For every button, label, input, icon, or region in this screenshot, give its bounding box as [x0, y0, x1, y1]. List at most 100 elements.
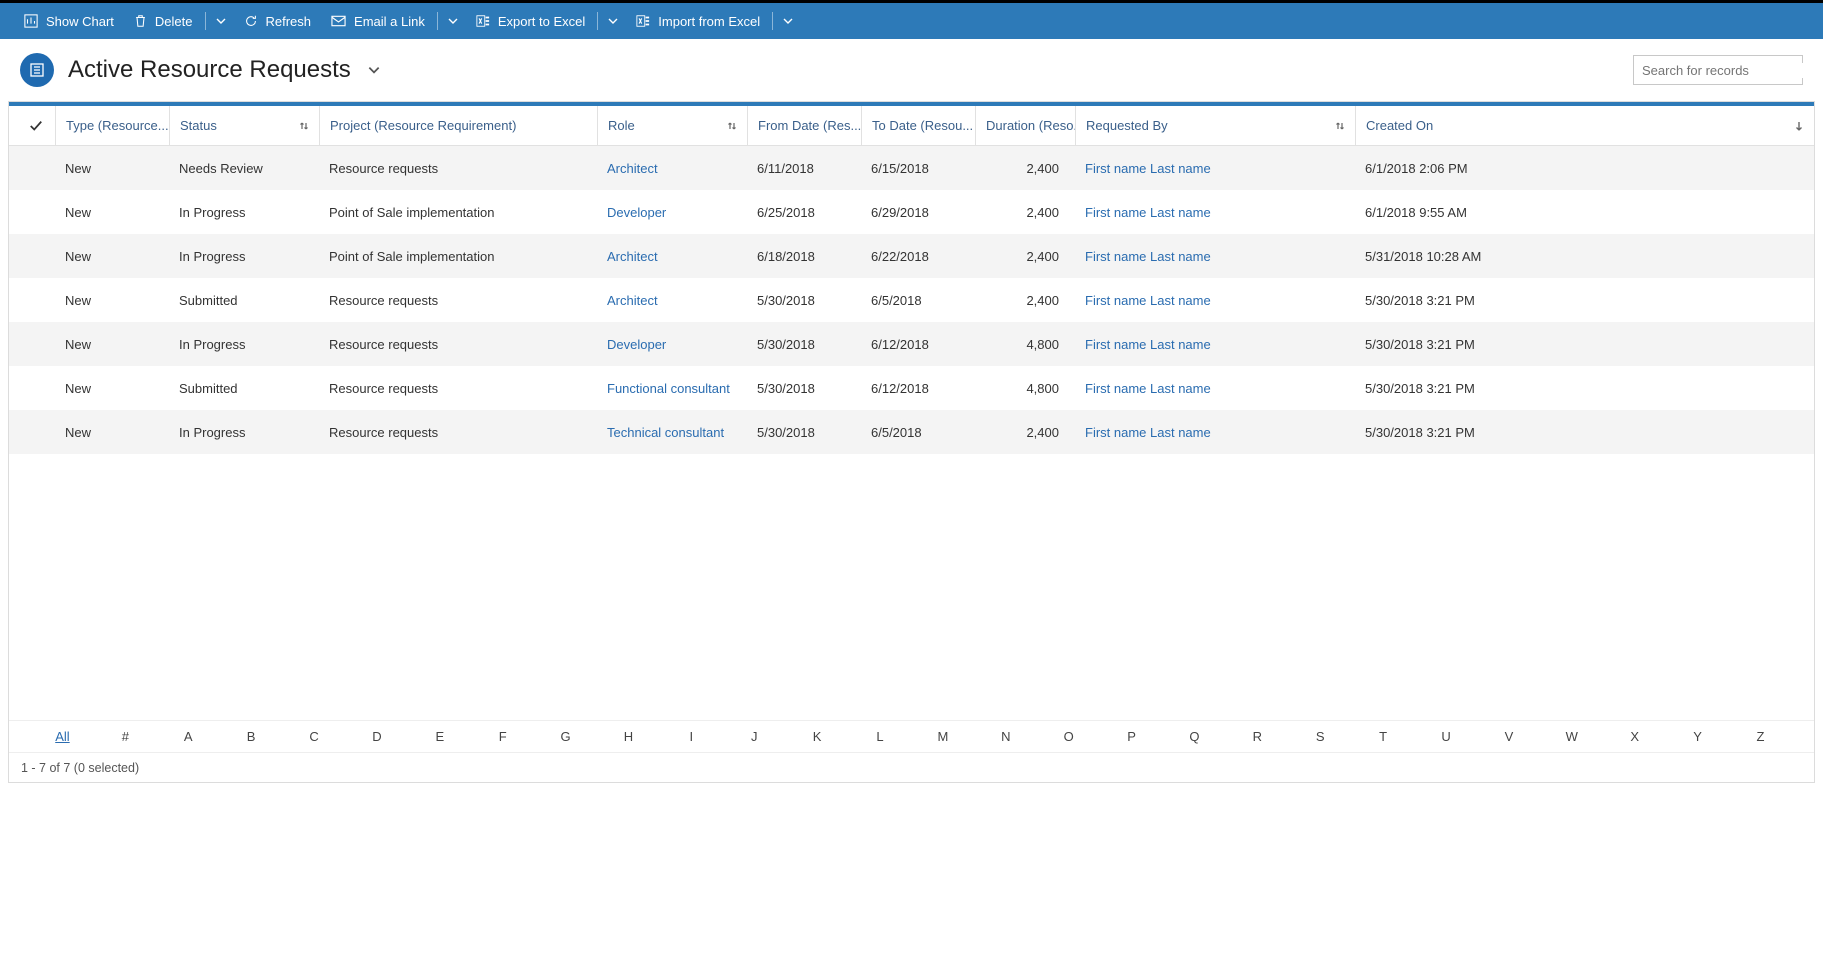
cell-type: New — [55, 161, 169, 176]
column-header-status[interactable]: Status — [169, 106, 319, 145]
cell-requested-link[interactable]: First name Last name — [1075, 425, 1355, 440]
import-excel-label: Import from Excel — [658, 14, 760, 29]
cell-created: 5/30/2018 3:21 PM — [1355, 337, 1814, 352]
cell-duration: 4,800 — [975, 337, 1075, 352]
export-excel-label: Export to Excel — [498, 14, 585, 29]
cell-created: 5/30/2018 3:21 PM — [1355, 425, 1814, 440]
table-row[interactable]: NewSubmittedResource requestsArchitect5/… — [9, 278, 1814, 322]
column-header-role[interactable]: Role — [597, 106, 747, 145]
delete-button[interactable]: Delete — [124, 3, 203, 39]
cell-role-link[interactable]: Architect — [597, 293, 747, 308]
alpha-filter-b[interactable]: B — [220, 729, 283, 744]
cell-requested-link[interactable]: First name Last name — [1075, 161, 1355, 176]
column-to-label: To Date (Resou... — [872, 118, 973, 133]
cell-from: 6/25/2018 — [747, 205, 861, 220]
alpha-filter-t[interactable]: T — [1352, 729, 1415, 744]
alpha-filter-j[interactable]: J — [723, 729, 786, 744]
cell-status: In Progress — [169, 425, 319, 440]
alpha-filter-a[interactable]: A — [157, 729, 220, 744]
cell-requested-link[interactable]: First name Last name — [1075, 249, 1355, 264]
cell-role-link[interactable]: Architect — [597, 249, 747, 264]
search-box[interactable] — [1633, 55, 1803, 85]
alpha-filter-i[interactable]: I — [660, 729, 723, 744]
command-bar: Show Chart Delete Refresh Email a Link E… — [0, 3, 1823, 39]
email-icon — [331, 15, 346, 27]
alpha-filter-u[interactable]: U — [1415, 729, 1478, 744]
alpha-filter-k[interactable]: K — [786, 729, 849, 744]
trash-icon — [134, 14, 147, 28]
show-chart-label: Show Chart — [46, 14, 114, 29]
cell-role-link[interactable]: Developer — [597, 205, 747, 220]
alpha-filter-v[interactable]: V — [1477, 729, 1540, 744]
select-all-checkbox[interactable] — [17, 106, 55, 145]
alpha-filter-h[interactable]: H — [597, 729, 660, 744]
alpha-filter-l[interactable]: L — [849, 729, 912, 744]
alpha-filter-q[interactable]: Q — [1163, 729, 1226, 744]
alpha-filter-f[interactable]: F — [471, 729, 534, 744]
view-selector-dropdown[interactable] — [367, 63, 381, 77]
alpha-filter-c[interactable]: C — [283, 729, 346, 744]
table-row[interactable]: NewIn ProgressResource requestsDeveloper… — [9, 322, 1814, 366]
cell-role-link[interactable]: Technical consultant — [597, 425, 747, 440]
excel-icon — [476, 14, 490, 28]
column-header-requested[interactable]: Requested By — [1075, 106, 1355, 145]
alpha-filter-n[interactable]: N — [974, 729, 1037, 744]
column-header-created[interactable]: Created On — [1355, 106, 1814, 145]
alpha-filter-bar: All#ABCDEFGHIJKLMNOPQRSTUVWXYZ — [9, 720, 1814, 752]
cell-requested-link[interactable]: First name Last name — [1075, 205, 1355, 220]
alpha-filter-r[interactable]: R — [1226, 729, 1289, 744]
email-link-button[interactable]: Email a Link — [321, 3, 435, 39]
export-excel-button[interactable]: Export to Excel — [466, 3, 595, 39]
column-from-label: From Date (Res... — [758, 118, 861, 133]
alpha-filter-all[interactable]: All — [31, 729, 94, 744]
table-row[interactable]: NewSubmittedResource requestsFunctional … — [9, 366, 1814, 410]
column-header-to[interactable]: To Date (Resou... — [861, 106, 975, 145]
column-header-project[interactable]: Project (Resource Requirement) — [319, 106, 597, 145]
column-header-duration[interactable]: Duration (Reso... — [975, 106, 1075, 145]
search-input[interactable] — [1634, 63, 1823, 78]
cell-requested-link[interactable]: First name Last name — [1075, 293, 1355, 308]
cell-requested-link[interactable]: First name Last name — [1075, 381, 1355, 396]
alpha-filter-y[interactable]: Y — [1666, 729, 1729, 744]
cell-role-link[interactable]: Architect — [597, 161, 747, 176]
alpha-filter-m[interactable]: M — [911, 729, 974, 744]
table-row[interactable]: NewIn ProgressPoint of Sale implementati… — [9, 234, 1814, 278]
alpha-filter-s[interactable]: S — [1289, 729, 1352, 744]
column-header-type[interactable]: Type (Resource... — [55, 106, 169, 145]
cell-requested-link[interactable]: First name Last name — [1075, 337, 1355, 352]
column-header-from[interactable]: From Date (Res... — [747, 106, 861, 145]
entity-badge-icon — [20, 53, 54, 87]
cell-role-link[interactable]: Functional consultant — [597, 381, 747, 396]
import-excel-button[interactable]: Import from Excel — [626, 3, 770, 39]
show-chart-button[interactable]: Show Chart — [14, 3, 124, 39]
table-row[interactable]: NewIn ProgressPoint of Sale implementati… — [9, 190, 1814, 234]
table-row[interactable]: NewIn ProgressResource requestsTechnical… — [9, 410, 1814, 454]
alpha-filter-d[interactable]: D — [345, 729, 408, 744]
refresh-icon — [244, 14, 258, 28]
alpha-filter-#[interactable]: # — [94, 729, 157, 744]
alpha-filter-z[interactable]: Z — [1729, 729, 1792, 744]
cell-status: In Progress — [169, 337, 319, 352]
cell-to: 6/22/2018 — [861, 249, 975, 264]
alpha-filter-g[interactable]: G — [534, 729, 597, 744]
alpha-filter-x[interactable]: X — [1603, 729, 1666, 744]
delete-label: Delete — [155, 14, 193, 29]
cell-status: In Progress — [169, 205, 319, 220]
sort-desc-icon — [1788, 120, 1804, 132]
cell-project: Point of Sale implementation — [319, 249, 597, 264]
cell-role-link[interactable]: Developer — [597, 337, 747, 352]
refresh-button[interactable]: Refresh — [234, 3, 322, 39]
alpha-filter-p[interactable]: P — [1100, 729, 1163, 744]
status-bar: 1 - 7 of 7 (0 selected) — [9, 752, 1814, 782]
import-dropdown[interactable] — [775, 3, 801, 39]
table-row[interactable]: NewNeeds ReviewResource requestsArchitec… — [9, 146, 1814, 190]
column-status-label: Status — [180, 118, 217, 133]
export-dropdown[interactable] — [600, 3, 626, 39]
alpha-filter-w[interactable]: W — [1540, 729, 1603, 744]
email-dropdown[interactable] — [440, 3, 466, 39]
cell-to: 6/5/2018 — [861, 425, 975, 440]
cell-from: 5/30/2018 — [747, 337, 861, 352]
alpha-filter-o[interactable]: O — [1037, 729, 1100, 744]
alpha-filter-e[interactable]: E — [408, 729, 471, 744]
delete-dropdown[interactable] — [208, 3, 234, 39]
